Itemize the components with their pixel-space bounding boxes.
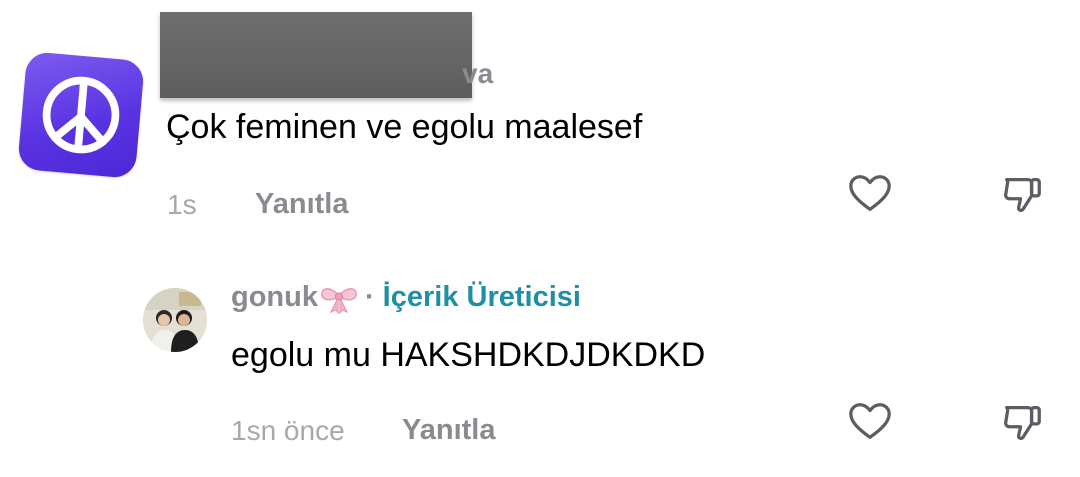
heart-icon (849, 403, 891, 439)
peace-sign-icon (42, 76, 120, 154)
avatar[interactable] (143, 288, 207, 352)
reply-button[interactable]: Yanıtla (255, 188, 349, 221)
bow-icon (321, 287, 357, 314)
thumbs-down-icon (1004, 405, 1041, 440)
comment-text: egolu mu HAKSHDKDJDKDKD (231, 336, 706, 374)
heart-icon (849, 175, 891, 211)
redacted-username-block (160, 12, 472, 98)
profile-photo (143, 288, 207, 352)
comment-text: Çok feminen ve egolu maalesef (166, 108, 643, 146)
comment-header: gonuk · İçerik Üreticisi (231, 281, 581, 314)
thumbs-down-icon (1004, 177, 1041, 212)
comment-time: 1s (167, 189, 197, 220)
comment-username[interactable]: gonuk (231, 281, 318, 314)
dislike-button[interactable] (998, 170, 1046, 218)
like-button[interactable] (846, 398, 894, 446)
dislike-button[interactable] (998, 398, 1046, 446)
avatar[interactable] (17, 51, 145, 179)
like-button[interactable] (846, 170, 894, 218)
separator: · (365, 281, 375, 313)
reply-button[interactable]: Yanıtla (402, 414, 496, 447)
comment-time: 1sn önce (231, 415, 345, 446)
comment-username[interactable]: va (462, 58, 493, 90)
creator-badge: İçerik Üreticisi (382, 281, 581, 313)
